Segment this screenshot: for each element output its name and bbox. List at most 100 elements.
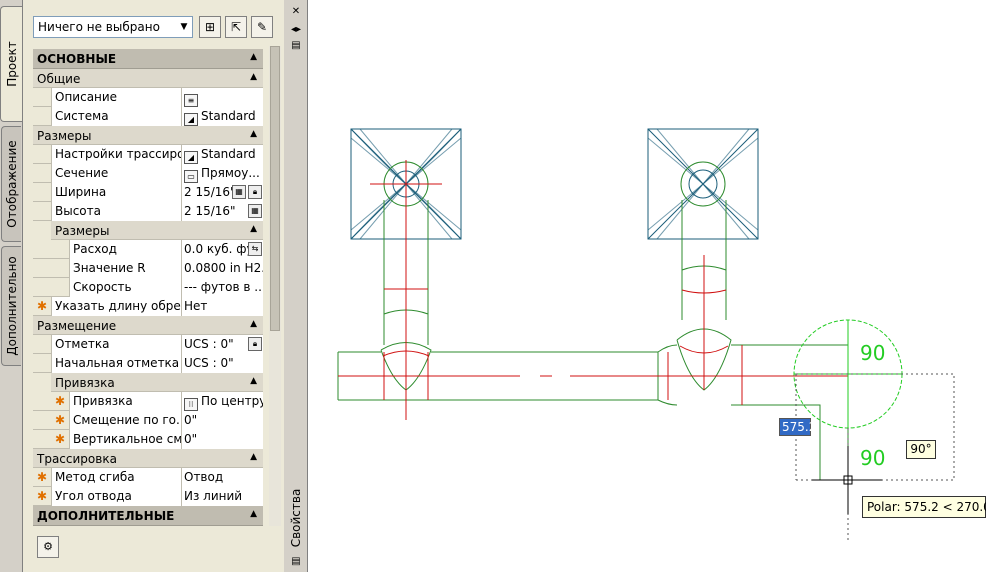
selection-dropdown[interactable]: Ничего не выбрано ▼: [33, 16, 193, 38]
group-placement[interactable]: Размещение ▲: [33, 316, 263, 335]
calculator-icon[interactable]: ▦: [232, 185, 246, 199]
cursor-select-icon: ⇱: [230, 20, 242, 34]
prop-cut-length-value[interactable]: Нет: [181, 297, 263, 316]
prop-elevation-value[interactable]: UCS : 0" 🔒︎: [181, 335, 263, 354]
prop-system[interactable]: Система ◢ Standard: [33, 107, 263, 126]
collapse-icon: ▲: [250, 452, 257, 462]
style-manager-button[interactable]: ⚙: [37, 536, 59, 558]
prop-flow[interactable]: Расход 0.0 куб. фут ⇆: [33, 240, 263, 259]
prop-start-elevation[interactable]: Начальная отметка UCS : 0": [33, 354, 263, 373]
section-main[interactable]: ОСНОВНЫЕ ▲: [33, 49, 263, 69]
prop-vert-offset-value[interactable]: 0": [181, 430, 263, 449]
collapse-icon: ▲: [250, 52, 257, 62]
prop-bend-method-value[interactable]: Отвод: [181, 468, 263, 487]
prop-section[interactable]: Сечение ▭ Прямоу...: [33, 164, 263, 183]
collapse-icon: ▲: [250, 72, 257, 82]
prop-justify-value[interactable]: ⁝⁝ По центру: [181, 392, 263, 411]
angle-tooltip: 90°: [906, 440, 936, 459]
properties-palette: Проект Отображение Дополнительно Ничего …: [0, 0, 308, 572]
collapse-icon: ▲: [250, 224, 257, 234]
subgroup-snap[interactable]: Привязка ▲: [51, 373, 263, 392]
prop-description[interactable]: Описание ≡: [33, 88, 263, 107]
prop-vert-offset[interactable]: ✱ Вертикальное см... 0": [33, 430, 263, 449]
chevron-down-icon: ▼: [180, 22, 188, 32]
tab-extended[interactable]: Дополнительно: [1, 246, 21, 366]
prop-r-value[interactable]: Значение R 0.0800 in H2...: [33, 259, 263, 278]
palette-title-strip: ✕ ◂▸ ▤ Свойства ▤: [285, 0, 307, 572]
prop-start-elevation-value[interactable]: UCS : 0": [181, 354, 263, 373]
rectangular-shape-icon: ▭: [184, 170, 198, 183]
justify-grid-icon: ⁝⁝: [184, 398, 198, 411]
asterisk-icon: ✱: [54, 413, 66, 427]
quick-select-button[interactable]: ✎: [251, 16, 273, 38]
lock-icon[interactable]: 🔒︎: [248, 337, 262, 351]
asterisk-icon: ✱: [36, 299, 48, 313]
style-manager-icon: ⚙: [43, 540, 53, 553]
tab-design[interactable]: Проект: [0, 6, 22, 122]
collapse-icon: ▲: [250, 129, 257, 139]
collapse-icon: ▲: [250, 376, 257, 386]
asterisk-icon: ✱: [36, 489, 48, 503]
autohide-icon[interactable]: ◂▸: [289, 24, 303, 36]
prop-section-value[interactable]: ▭ Прямоу...: [181, 164, 263, 183]
prop-horiz-offset-value[interactable]: 0": [181, 411, 263, 430]
quick-select-icon: ✎: [256, 20, 268, 34]
prop-bend-method[interactable]: ✱ Метод сгиба Отвод: [33, 468, 263, 487]
prop-r-value-value: 0.0800 in H2...: [181, 259, 263, 278]
palette-options-icon[interactable]: ▤: [289, 556, 303, 568]
duct-network[interactable]: [337, 200, 849, 480]
angle-label-bottom: 90: [860, 446, 885, 470]
collapse-icon: ▲: [250, 319, 257, 329]
close-icon[interactable]: ✕: [289, 6, 303, 18]
prop-width-value[interactable]: 2 15/16" ▦ 🔒︎: [181, 183, 263, 202]
prop-description-value[interactable]: ≡: [181, 88, 263, 107]
prop-horiz-offset[interactable]: ✱ Смещение по го... 0": [33, 411, 263, 430]
collapse-icon: ▲: [250, 509, 257, 519]
diffuser-right[interactable]: [647, 128, 759, 240]
prop-elevation[interactable]: Отметка UCS : 0" 🔒︎: [33, 335, 263, 354]
group-dimensions[interactable]: Размеры ▲: [33, 126, 263, 145]
prop-height-value[interactable]: 2 15/16" ▦: [181, 202, 263, 221]
prop-system-value[interactable]: ◢ Standard: [181, 107, 263, 126]
property-grid: ОСНОВНЫЕ ▲ Общие ▲ Описание ≡ Система ◢ Sta…: [33, 49, 263, 526]
dynamic-input-field[interactable]: 575.2: [779, 418, 816, 436]
polar-tooltip: Polar: 575.2 < 270.0°: [862, 496, 986, 518]
drawing-canvas[interactable]: 90 90: [308, 0, 986, 572]
prop-height[interactable]: Высота 2 15/16" ▦: [33, 202, 263, 221]
routing-pref-icon: ◢: [184, 151, 198, 164]
calculator-icon[interactable]: ▦: [248, 204, 262, 218]
properties-panel: Ничего не выбрано ▼ ⊞ ⇱ ✎ ОСНОВНЫЕ ▲ Общи…: [22, 0, 284, 572]
asterisk-icon: ✱: [36, 470, 48, 484]
prop-flow-value[interactable]: 0.0 куб. фут ⇆: [181, 240, 263, 259]
side-tabs: Проект Отображение Дополнительно: [0, 0, 22, 572]
toggle-pickadd-button[interactable]: ⊞: [199, 16, 221, 38]
palette-menu-icon[interactable]: ▤: [289, 40, 303, 52]
select-objects-button[interactable]: ⇱: [225, 16, 247, 38]
prop-width[interactable]: Ширина 2 15/16" ▦ 🔒︎: [33, 183, 263, 202]
prop-justify[interactable]: ✱ Привязка ⁝⁝ По центру: [33, 392, 263, 411]
prop-routing-settings[interactable]: Настройки трассиро... ◢Standard: [33, 145, 263, 164]
group-routing[interactable]: Трассировка ▲: [33, 449, 263, 468]
grid-scrollbar[interactable]: [269, 46, 281, 526]
prop-cut-length[interactable]: ✱ Указать длину обрез... Нет: [33, 297, 263, 316]
group-general[interactable]: Общие ▲: [33, 69, 263, 88]
angle-label-top: 90: [860, 341, 885, 365]
palette-toolbar: Ничего не выбрано ▼ ⊞ ⇱ ✎: [33, 16, 283, 40]
prop-branch-angle[interactable]: ✱ Угол отвода Из линий: [33, 487, 263, 506]
system-icon: ◢: [184, 113, 198, 126]
section-extra[interactable]: ДОПОЛНИТЕЛЬНЫЕ ▲: [33, 506, 263, 526]
lock-icon[interactable]: 🔒︎: [248, 185, 262, 199]
prop-routing-settings-value[interactable]: ◢ Standard: [181, 145, 263, 164]
prop-velocity-value: --- футов в ...: [181, 278, 263, 297]
flow-calc-icon[interactable]: ⇆: [248, 242, 262, 256]
palette-title[interactable]: Свойства: [285, 489, 307, 548]
scrollbar-thumb[interactable]: [270, 46, 280, 331]
subgroup-dimensions[interactable]: Размеры ▲: [51, 221, 263, 240]
asterisk-icon: ✱: [54, 432, 66, 446]
text-editor-icon: ≡: [184, 94, 198, 107]
prop-velocity[interactable]: Скорость --- футов в ...: [33, 278, 263, 297]
pickadd-icon: ⊞: [204, 20, 216, 34]
asterisk-icon: ✱: [54, 394, 66, 408]
prop-branch-angle-value[interactable]: Из линий: [181, 487, 263, 506]
tab-display[interactable]: Отображение: [1, 126, 21, 242]
